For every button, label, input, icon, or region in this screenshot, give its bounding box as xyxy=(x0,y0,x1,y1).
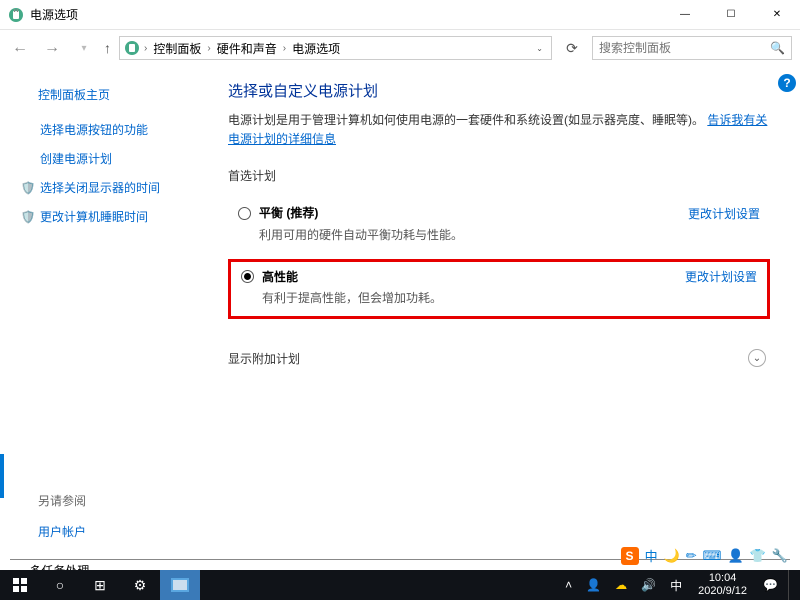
window-controls: — ☐ ✕ xyxy=(662,0,800,30)
chevron-right-icon: › xyxy=(207,43,210,54)
sidebar-item-label: 更改计算机睡眠时间 xyxy=(40,208,148,225)
change-plan-settings-link[interactable]: 更改计划设置 xyxy=(685,268,757,285)
control-panel-icon xyxy=(124,40,140,56)
titlebar: 电源选项 — ☐ ✕ xyxy=(0,0,800,30)
task-view-button[interactable]: ⊞ xyxy=(80,570,120,600)
nav-forward-button[interactable]: → xyxy=(40,39,64,57)
accent-bar xyxy=(0,454,4,498)
ime-wrench-icon[interactable]: 🔧 xyxy=(772,548,788,564)
change-plan-settings-link[interactable]: 更改计划设置 xyxy=(688,205,760,222)
breadcrumb-item[interactable]: 控制面板 xyxy=(151,40,203,57)
preferred-plans-label: 首选计划 xyxy=(228,167,770,184)
taskbar-left: ○ ⊞ ⚙ xyxy=(0,570,200,600)
ime-keyboard-icon[interactable]: ⌨ xyxy=(703,548,722,564)
breadcrumb-item[interactable]: 电源选项 xyxy=(290,40,342,57)
control-panel-taskbar-icon xyxy=(171,578,189,592)
radio-high-performance[interactable] xyxy=(241,270,254,283)
window-title: 电源选项 xyxy=(30,6,78,23)
breadcrumb-item[interactable]: 硬件和声音 xyxy=(215,40,279,57)
main-panel: 选择或自定义电源计划 电源计划是用于管理计算机如何使用电源的一套硬件和系统设置(… xyxy=(210,66,800,560)
help-button[interactable]: ? xyxy=(778,74,796,92)
sidebar-item-create-plan[interactable]: 创建电源计划 xyxy=(20,150,210,167)
sidebar-item-label: 创建电源计划 xyxy=(40,150,112,167)
power-plan-balanced: 平衡 (推荐) 更改计划设置 利用可用的硬件自动平衡功耗与性能。 xyxy=(228,198,770,253)
nav-history-dropdown[interactable]: ▾ xyxy=(72,43,96,54)
tray-chevron-up-icon[interactable]: ˄ xyxy=(561,578,576,592)
plan-recommended: (推荐) xyxy=(283,206,318,220)
page-title: 选择或自定义电源计划 xyxy=(228,80,770,101)
additional-plans-label: 显示附加计划 xyxy=(228,350,300,367)
refresh-button[interactable]: ⟳ xyxy=(560,36,584,60)
sidebar-item-sleep-time[interactable]: 🛡️ 更改计算机睡眠时间 xyxy=(20,208,210,225)
content-area: ? 控制面板主页 选择电源按钮的功能 创建电源计划 🛡️ 选择关闭显示器的时间 … xyxy=(0,66,800,560)
system-tray: ˄ 👤 ☁ 🔊 中 10:04 2020/9/12 💬 xyxy=(561,570,800,600)
sidebar-item-power-button[interactable]: 选择电源按钮的功能 xyxy=(20,121,210,138)
navbar: ← → ▾ ↑ › 控制面板 › 硬件和声音 › 电源选项 ⌄ ⟳ 🔍 xyxy=(0,30,800,66)
search-box[interactable]: 🔍 xyxy=(592,36,792,60)
power-plan-high-performance: 高性能 更改计划设置 有利于提高性能，但会增加功耗。 xyxy=(228,259,770,319)
blank-icon xyxy=(20,151,36,167)
power-options-icon xyxy=(8,7,24,23)
chevron-right-icon: › xyxy=(144,43,147,54)
clock-time: 10:04 xyxy=(709,572,737,585)
additional-plans-row: 显示附加计划 ⌄ xyxy=(228,349,770,367)
ime-moon-icon[interactable]: 🌙 xyxy=(664,548,680,564)
tray-volume-icon[interactable]: 🔊 xyxy=(637,578,660,592)
minimize-button[interactable]: — xyxy=(662,0,708,30)
plan-description: 利用可用的硬件自动平衡功耗与性能。 xyxy=(259,226,760,243)
taskbar-clock[interactable]: 10:04 2020/9/12 xyxy=(692,572,753,597)
nav-up-button[interactable]: ↑ xyxy=(104,40,111,56)
sidebar-user-accounts-link[interactable]: 用户帐户 xyxy=(20,523,210,540)
address-dropdown-button[interactable]: ⌄ xyxy=(532,44,547,53)
ime-lang[interactable]: 中 xyxy=(645,546,658,565)
taskbar: ○ ⊞ ⚙ ˄ 👤 ☁ 🔊 中 10:04 2020/9/12 💬 xyxy=(0,570,800,600)
shield-icon: 🛡️ xyxy=(20,209,36,225)
tray-onedrive-icon[interactable]: ☁ xyxy=(611,578,631,592)
sogou-ime-icon[interactable]: S xyxy=(621,547,639,565)
page-description: 电源计划是用于管理计算机如何使用电源的一套硬件和系统设置(如显示器亮度、睡眠等)… xyxy=(228,111,770,149)
plan-name: 高性能 xyxy=(262,268,298,285)
close-button[interactable]: ✕ xyxy=(754,0,800,30)
search-icon: 🔍 xyxy=(770,41,785,55)
ime-user-icon[interactable]: 👤 xyxy=(727,548,743,564)
show-desktop-button[interactable] xyxy=(788,570,796,600)
sidebar-home-link[interactable]: 控制面板主页 xyxy=(20,86,210,103)
windows-icon xyxy=(13,578,27,592)
sidebar-item-label: 选择关闭显示器的时间 xyxy=(40,179,160,196)
desc-text: 电源计划是用于管理计算机如何使用电源的一套硬件和系统设置(如显示器亮度、睡眠等)… xyxy=(228,113,704,127)
titlebar-left: 电源选项 xyxy=(0,6,78,23)
cortana-button[interactable]: ○ xyxy=(40,570,80,600)
sidebar-see-also: 另请参阅 xyxy=(20,492,210,509)
taskbar-control-panel[interactable] xyxy=(160,570,200,600)
ime-shirt-icon[interactable]: 👕 xyxy=(750,548,766,564)
clock-date: 2020/9/12 xyxy=(698,585,747,598)
notifications-button[interactable]: 💬 xyxy=(759,578,782,592)
tray-people-icon[interactable]: 👤 xyxy=(582,578,605,592)
start-button[interactable] xyxy=(0,570,40,600)
plan-name: 平衡 xyxy=(259,206,283,220)
ime-toolbar: S 中 🌙 ✏ ⌨ 👤 👕 🔧 xyxy=(615,543,794,568)
blank-icon xyxy=(20,122,36,138)
radio-balanced[interactable] xyxy=(238,207,251,220)
ime-pencil-icon[interactable]: ✏ xyxy=(686,548,697,564)
plan-description: 有利于提高性能，但会增加功耗。 xyxy=(262,289,757,306)
tray-ime-lang[interactable]: 中 xyxy=(666,577,686,594)
sidebar-item-label: 选择电源按钮的功能 xyxy=(40,121,148,138)
nav-back-button[interactable]: ← xyxy=(8,39,32,57)
maximize-button[interactable]: ☐ xyxy=(708,0,754,30)
sidebar: 控制面板主页 选择电源按钮的功能 创建电源计划 🛡️ 选择关闭显示器的时间 🛡️… xyxy=(0,66,210,560)
sidebar-item-display-off[interactable]: 🛡️ 选择关闭显示器的时间 xyxy=(20,179,210,196)
chevron-right-icon: › xyxy=(283,43,286,54)
taskbar-settings[interactable]: ⚙ xyxy=(120,570,160,600)
search-input[interactable] xyxy=(599,41,770,55)
expand-button[interactable]: ⌄ xyxy=(748,349,766,367)
address-bar[interactable]: › 控制面板 › 硬件和声音 › 电源选项 ⌄ xyxy=(119,36,552,60)
shield-icon: 🛡️ xyxy=(20,180,36,196)
